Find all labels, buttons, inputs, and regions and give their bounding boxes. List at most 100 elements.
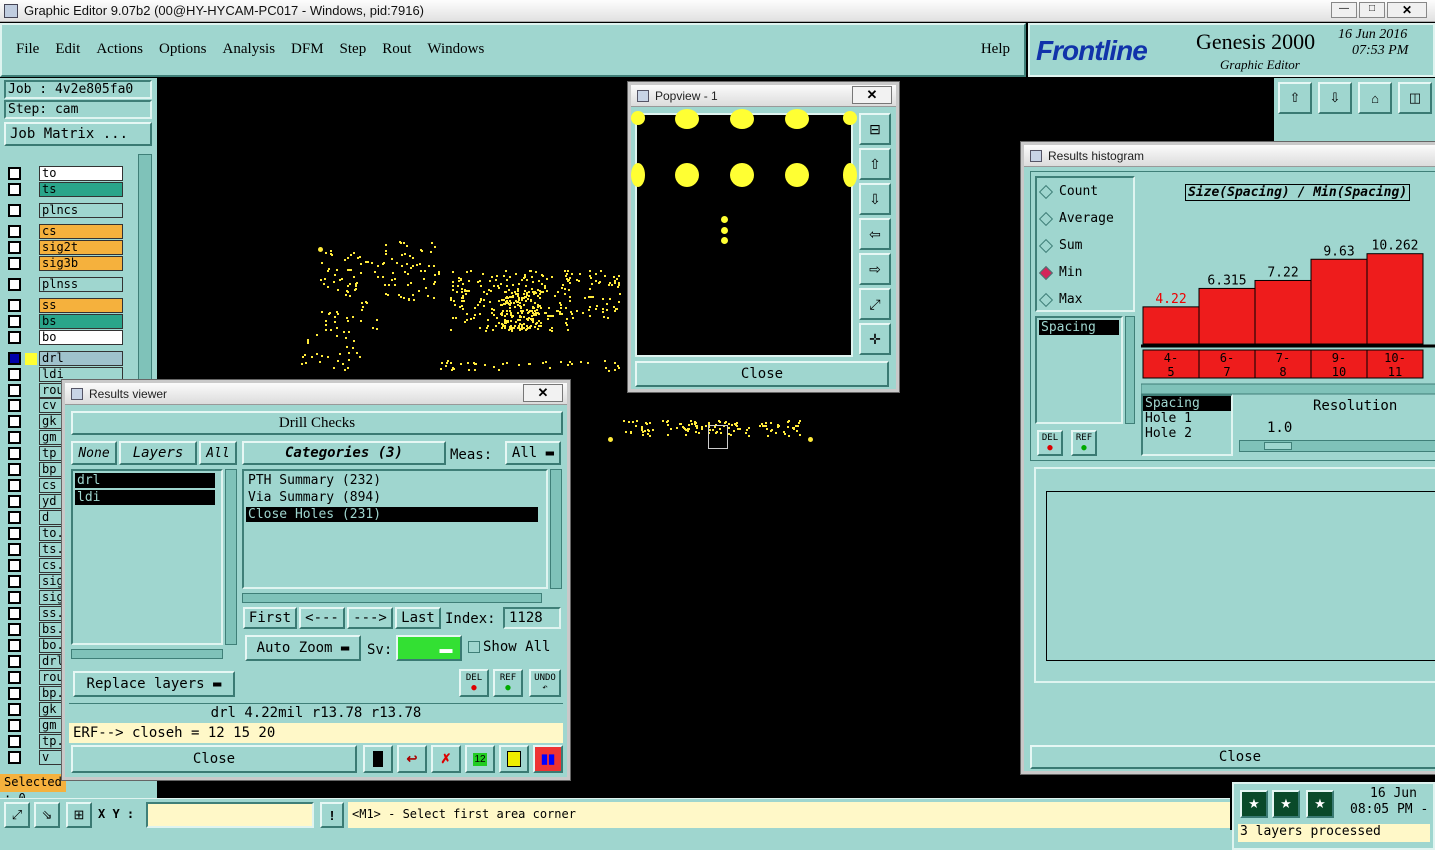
categories-hscrollbar[interactable] <box>242 593 542 603</box>
layer-checkbox[interactable] <box>8 639 21 652</box>
popview-close-x[interactable]: ✕ <box>852 86 892 104</box>
sv-dropdown[interactable]: ▬ <box>396 635 462 661</box>
layer-row[interactable]: bo <box>8 330 123 345</box>
histogram-bar[interactable] <box>1366 253 1424 345</box>
grid-icon[interactable]: ⊞ <box>66 802 92 828</box>
layer-checkbox[interactable] <box>8 687 21 700</box>
measure-item[interactable]: Spacing <box>1039 320 1119 335</box>
agg-option-max[interactable]: Max <box>1037 286 1133 313</box>
layer-checkbox[interactable] <box>8 257 21 270</box>
layer-name[interactable]: ts <box>39 182 123 197</box>
pan-right-icon[interactable]: ⇨ <box>859 253 891 285</box>
histogram-bar[interactable] <box>1310 258 1368 345</box>
layer-name[interactable]: sig2t <box>39 240 123 255</box>
zoom-fit-icon[interactable]: ⤢ <box>859 288 891 320</box>
layer-checkbox[interactable] <box>8 623 21 636</box>
job-matrix-button[interactable]: Job Matrix ... <box>4 122 152 146</box>
menu-analysis[interactable]: Analysis <box>223 41 276 58</box>
popview-canvas[interactable] <box>631 109 857 357</box>
hist-ref-button[interactable]: REF ● <box>1071 430 1097 456</box>
upload-icon[interactable]: ⇧ <box>1278 82 1312 114</box>
results-viewer-close-x[interactable]: ✕ <box>523 384 563 402</box>
layers-button[interactable]: Layers <box>119 441 197 465</box>
runner-icon-2[interactable]: ★ <box>1272 790 1300 818</box>
show-all-checkbox[interactable] <box>468 641 480 653</box>
agg-option-average[interactable]: Average <box>1037 205 1133 232</box>
layer-checkbox[interactable] <box>8 384 21 397</box>
layer-checkbox[interactable] <box>8 225 21 238</box>
layer-checkbox[interactable] <box>8 431 21 444</box>
agg-option-sum[interactable]: Sum <box>1037 232 1133 259</box>
layer-checkbox[interactable] <box>8 299 21 312</box>
exit-icon[interactable]: ↩ <box>397 745 427 773</box>
zoom-in-icon[interactable]: ✛ <box>859 323 891 355</box>
layer-row[interactable]: bs <box>8 314 123 329</box>
layer-checkbox[interactable] <box>8 183 21 196</box>
report-icon[interactable] <box>499 745 529 773</box>
layers-hscrollbar[interactable] <box>71 649 223 659</box>
layer-checkbox[interactable] <box>8 703 21 716</box>
layer-checkbox[interactable] <box>8 575 21 588</box>
popview-close-button[interactable]: Close <box>635 361 889 387</box>
layer-row[interactable]: to <box>8 166 123 181</box>
layer-checkbox[interactable] <box>8 278 21 291</box>
layer-row[interactable]: sig3b <box>8 256 123 271</box>
layer-row[interactable]: plncs <box>8 203 123 218</box>
minimize-button[interactable]: — <box>1331 2 1357 18</box>
next-button[interactable]: ---> <box>347 607 393 629</box>
layer-checkbox[interactable] <box>8 559 21 572</box>
histogram-bar[interactable] <box>1142 306 1200 345</box>
last-button[interactable]: Last <box>395 607 441 629</box>
chart-scrollbar[interactable] <box>1141 383 1435 395</box>
layer-name[interactable]: plnss <box>39 277 123 292</box>
category-item[interactable]: PTH Summary (232) <box>246 473 538 488</box>
zoom-up-icon[interactable]: ⇧ <box>859 148 891 180</box>
results-viewer-close-button[interactable]: Close <box>71 745 357 773</box>
layer-name[interactable]: bo <box>39 330 123 345</box>
layer-checkbox[interactable] <box>8 735 21 748</box>
menu-file[interactable]: File <box>16 41 39 58</box>
ref-button[interactable]: REF ● <box>493 669 523 697</box>
agg-option-count[interactable]: Count <box>1037 178 1133 205</box>
close-window-button[interactable]: ✕ <box>1387 2 1427 18</box>
layer-list-item[interactable]: ldi <box>75 490 215 505</box>
first-button[interactable]: First <box>243 607 297 629</box>
home-icon[interactable]: ⌂ <box>1358 82 1392 114</box>
layer-checkbox[interactable] <box>8 315 21 328</box>
layer-checkbox[interactable] <box>8 331 21 344</box>
runner-icon-1[interactable]: ★ <box>1240 790 1268 818</box>
layer-checkbox[interactable] <box>8 591 21 604</box>
maximize-button[interactable]: □ <box>1359 2 1385 18</box>
layer-checkbox[interactable] <box>8 671 21 684</box>
auto-zoom-dropdown[interactable]: Auto Zoom ▬ <box>245 635 361 661</box>
runner-icon-3[interactable]: ★ <box>1306 790 1334 818</box>
layer-checkbox[interactable] <box>8 655 21 668</box>
numbers-icon[interactable]: 12 <box>465 745 495 773</box>
layer-row[interactable]: ss <box>8 298 123 313</box>
layer-checkbox[interactable] <box>8 751 21 764</box>
histogram-bar[interactable] <box>1254 279 1312 345</box>
layer-checkbox[interactable] <box>8 352 21 365</box>
alert-icon[interactable]: ! <box>320 802 344 828</box>
undo-button[interactable]: UNDO ↶ <box>529 669 561 697</box>
layer-row[interactable]: ts <box>8 182 123 197</box>
layer-checkbox[interactable] <box>8 415 21 428</box>
zoom-down-icon[interactable]: ⇩ <box>859 183 891 215</box>
layer-list-item[interactable]: drl <box>75 473 215 488</box>
zoom-fit-icon[interactable]: ⤢ <box>4 802 30 828</box>
xy-input[interactable] <box>146 802 314 828</box>
layer-row[interactable]: plnss <box>8 277 123 292</box>
histogram-icon[interactable]: ▮▮ <box>533 745 563 773</box>
measure-scrollbar[interactable] <box>1125 316 1135 424</box>
layer-checkbox[interactable] <box>8 543 21 556</box>
layer-name[interactable]: ss <box>39 298 123 313</box>
cancel-mark-icon[interactable]: ✗ <box>431 745 461 773</box>
layer-checkbox[interactable] <box>8 167 21 180</box>
layer-name[interactable]: sig3b <box>39 256 123 271</box>
category-item[interactable]: Close Holes (231) <box>246 507 538 522</box>
histogram-bar[interactable] <box>1198 287 1256 345</box>
menu-rout[interactable]: Rout <box>382 41 411 58</box>
layer-name[interactable]: cs <box>39 224 123 239</box>
person-icon[interactable] <box>363 745 393 773</box>
layer-checkbox[interactable] <box>8 479 21 492</box>
